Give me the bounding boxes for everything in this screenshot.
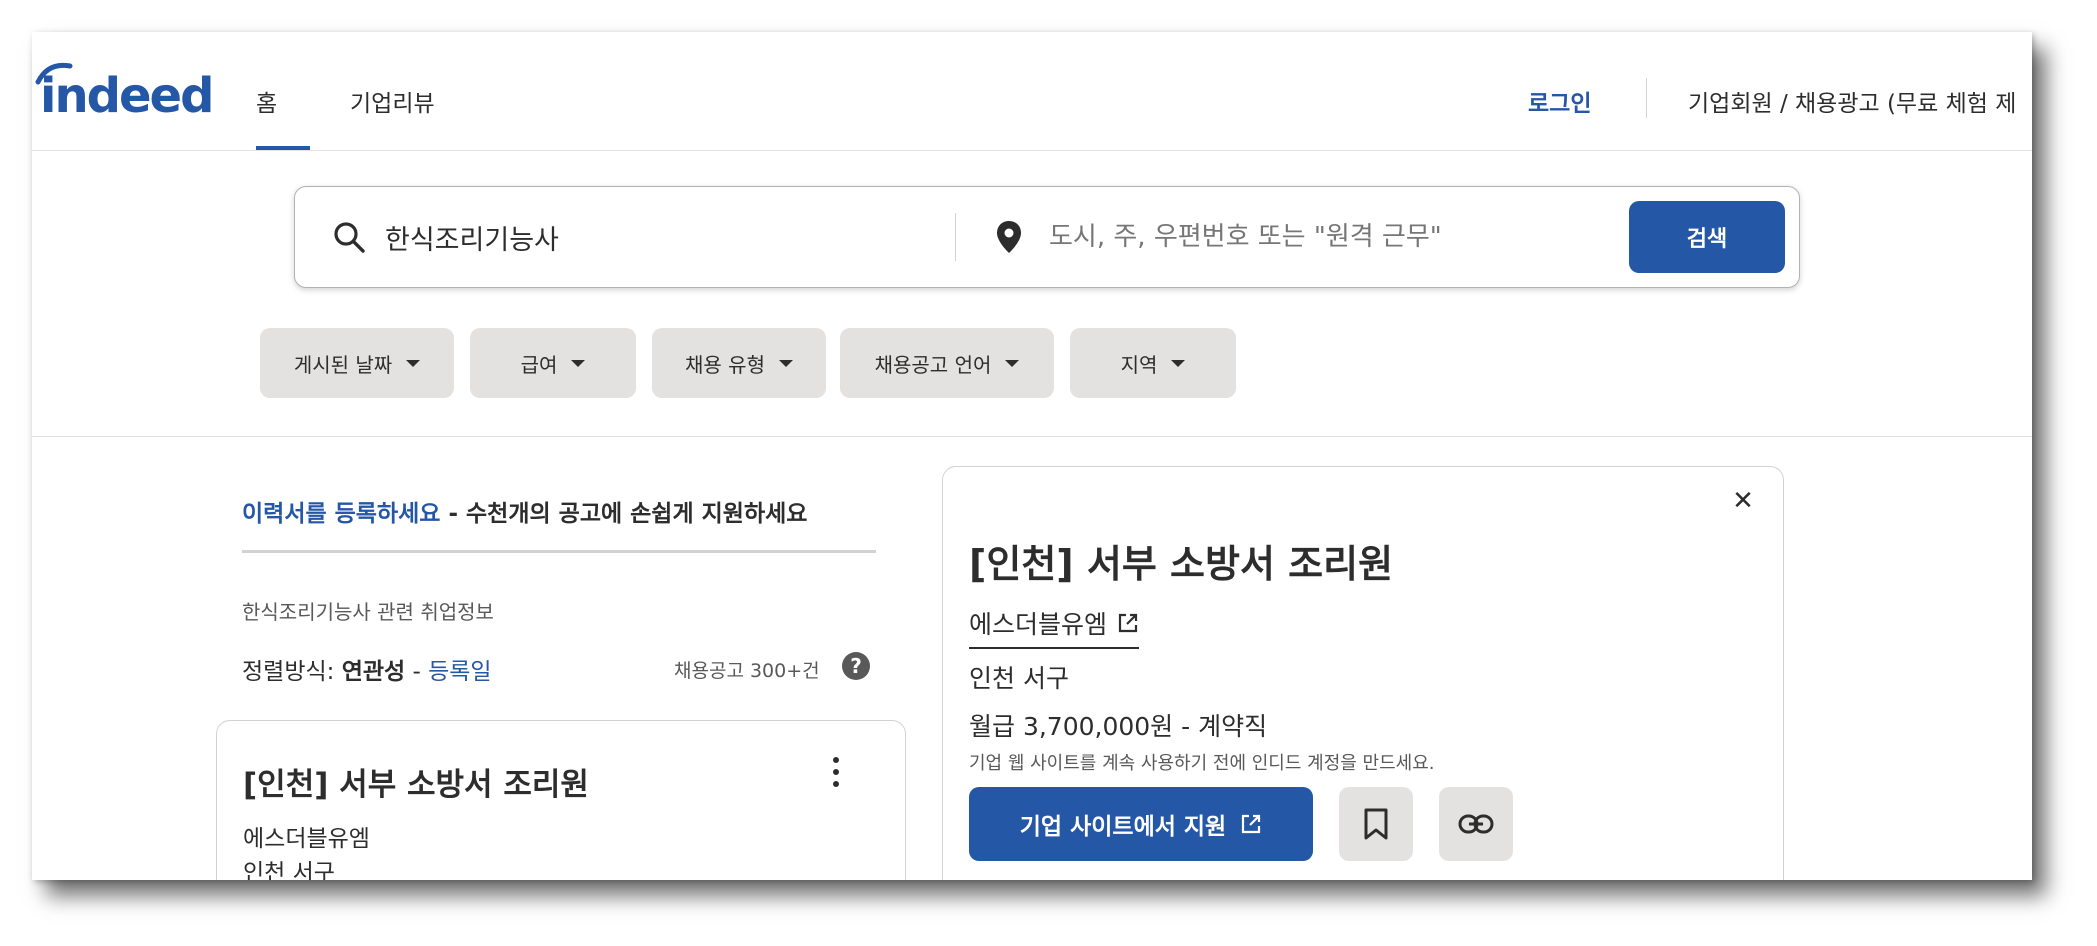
filter-salary[interactable]: 급여 xyxy=(470,328,636,398)
sort-prefix: 정렬방식: xyxy=(242,659,342,685)
job-card-location: 인천 서구 xyxy=(243,860,335,880)
tab-company-reviews[interactable]: 기업리뷰 xyxy=(350,84,435,118)
caret-down-icon xyxy=(406,359,421,367)
caret-down-icon xyxy=(1171,359,1186,367)
header-divider xyxy=(1646,78,1647,118)
sort-relevance: 연관성 xyxy=(341,659,406,685)
job-card-company: 에스더블유엠 xyxy=(243,826,370,852)
sort-separator: - xyxy=(405,659,429,685)
sort-by-date-link[interactable]: 등록일 xyxy=(428,659,491,685)
save-job-button[interactable] xyxy=(1339,787,1413,861)
logo-wordmark: indeed xyxy=(40,68,214,124)
promo-divider xyxy=(242,550,876,553)
indeed-logo[interactable]: indeed xyxy=(34,60,214,120)
filter-label: 급여 xyxy=(520,352,558,377)
close-icon[interactable]: ✕ xyxy=(1729,487,1757,515)
bookmark-icon xyxy=(1364,808,1388,840)
sort-control: 정렬방식: 연관성 - 등록일 xyxy=(242,652,492,686)
related-info-heading: 한식조리기능사 관련 취업정보 xyxy=(242,600,494,624)
search-divider xyxy=(955,213,956,261)
login-link[interactable]: 로그인 xyxy=(1528,84,1591,118)
external-link-icon xyxy=(1242,814,1261,834)
resume-promo-text: - 수천개의 공고에 손쉽게 지원하세요 xyxy=(440,501,808,527)
resume-promo: 이력서를 등록하세요 - 수천개의 공고에 손쉽게 지원하세요 xyxy=(242,494,807,528)
job-detail-title: [인천] 서부 소방서 조리원 xyxy=(969,542,1394,586)
apply-on-company-site-button[interactable]: 기업 사이트에서 지원 xyxy=(969,787,1313,861)
filter-date-posted[interactable]: 게시된 날짜 xyxy=(260,328,454,398)
filter-job-language[interactable]: 채용공고 언어 xyxy=(840,328,1054,398)
active-tab-indicator xyxy=(256,146,310,150)
browser-viewport: indeed 홈 기업리뷰 로그인 기업회원 / 채용광고 (무료 체험 제 검… xyxy=(32,32,2032,880)
copy-link-button[interactable] xyxy=(1439,787,1513,861)
upload-resume-link[interactable]: 이력서를 등록하세요 xyxy=(242,501,440,527)
filter-label: 채용공고 언어 xyxy=(874,352,992,377)
caret-down-icon xyxy=(571,359,586,367)
job-detail-location: 인천 서구 xyxy=(969,664,1069,693)
employer-link[interactable]: 기업회원 / 채용광고 (무료 체험 제 xyxy=(1688,84,2016,118)
section-divider xyxy=(32,436,2032,437)
caret-down-icon xyxy=(778,359,793,367)
filter-location[interactable]: 지역 xyxy=(1070,328,1236,398)
company-link[interactable]: 에스더블유엠 xyxy=(969,605,1140,649)
job-count: 채용공고 300+건 xyxy=(674,660,820,682)
job-detail-pane: ✕ [인천] 서부 소방서 조리원 에스더블유엠 인천 서구 월급 3,700,… xyxy=(942,466,1784,880)
account-notice: 기업 웹 사이트를 계속 사용하기 전에 인디드 계정을 만드세요. xyxy=(969,753,1435,774)
tab-home[interactable]: 홈 xyxy=(256,84,277,118)
caret-down-icon xyxy=(1005,359,1020,367)
search-icon xyxy=(334,222,365,253)
filter-label: 채용 유형 xyxy=(685,352,765,377)
job-detail-salary: 월급 3,700,000원 - 계약직 xyxy=(969,712,1268,741)
top-header: indeed 홈 기업리뷰 로그인 기업회원 / 채용광고 (무료 체험 제 xyxy=(32,32,2032,151)
filter-label: 지역 xyxy=(1120,352,1158,377)
job-search-bar: 검색 xyxy=(294,186,1800,288)
search-button[interactable]: 검색 xyxy=(1629,201,1785,273)
more-options-icon[interactable] xyxy=(831,757,841,793)
company-name: 에스더블유엠 xyxy=(969,610,1108,639)
job-card-title[interactable]: [인천] 서부 소방서 조리원 xyxy=(243,759,589,804)
link-icon xyxy=(1458,814,1494,834)
location-pin-icon xyxy=(997,221,1021,253)
filter-job-type[interactable]: 채용 유형 xyxy=(652,328,826,398)
apply-button-label: 기업 사이트에서 지원 xyxy=(1019,814,1227,840)
help-icon[interactable]: ? xyxy=(842,652,870,680)
job-card[interactable]: [인천] 서부 소방서 조리원 에스더블유엠 인천 서구 xyxy=(216,720,906,880)
external-link-icon xyxy=(1118,613,1138,633)
location-input[interactable] xyxy=(1047,211,1611,263)
filter-label: 게시된 날짜 xyxy=(293,352,393,377)
job-keyword-input[interactable] xyxy=(383,211,927,263)
